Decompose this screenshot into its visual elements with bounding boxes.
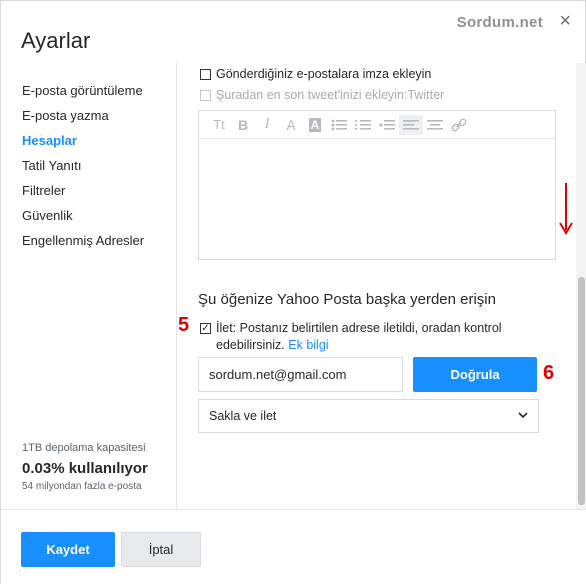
chevron-down-icon <box>518 410 528 422</box>
step-5-annotation: 5 <box>178 314 190 336</box>
forwarding-section-title: Şu öğenize Yahoo Posta başka yerden eriş… <box>198 291 496 308</box>
editor-toolbar: Tt B I A A <box>199 111 555 139</box>
more-info-link[interactable]: Ek bilgi <box>288 338 328 352</box>
sidebar-item-security[interactable]: Güvenlik <box>22 208 73 223</box>
forward-mode-select[interactable]: Sakla ve ilet <box>198 399 539 433</box>
content-scrollbar[interactable] <box>576 63 586 509</box>
storage-capacity: 1TB depolama kapasitesi <box>22 442 146 454</box>
forward-option[interactable]: ✓ İlet: Postanız belirtilen adrese ileti… <box>200 320 530 354</box>
tweet-option: Şuradan en son tweet'inizi ekleyin:Twitt… <box>200 88 444 102</box>
italic-icon[interactable]: I <box>255 115 279 135</box>
link-icon[interactable] <box>447 115 471 135</box>
verify-button[interactable]: Doğrula <box>413 357 537 392</box>
forward-text: İlet: Postanız belirtilen adrese iletild… <box>216 320 530 354</box>
sidebar-item-blocked-addresses[interactable]: Engellenmiş Adresler <box>22 233 144 248</box>
sidebar-item-accounts[interactable]: Hesaplar <box>22 133 77 148</box>
storage-note: 54 milyondan fazla e-posta <box>22 481 142 492</box>
close-icon[interactable]: × <box>559 11 571 31</box>
sign-sent-label: Gönderdiğiniz e-postalara imza ekleyin <box>216 67 432 81</box>
highlight-icon[interactable]: A <box>303 115 327 135</box>
watermark: Sordum.net <box>456 14 543 31</box>
storage-info: 1TB depolama kapasitesi 0.03% kullanılıy… <box>22 442 148 492</box>
forward-label: İlet: Postanız belirtilen adrese iletild… <box>216 321 502 352</box>
dialog-footer: Kaydet İptal <box>1 509 586 584</box>
forward-checkbox[interactable]: ✓ <box>200 323 211 334</box>
cancel-button[interactable]: İptal <box>121 532 201 567</box>
scrollbar-thumb[interactable] <box>578 277 585 505</box>
font-size-icon[interactable]: Tt <box>207 115 231 135</box>
sidebar-item-vacation-reply[interactable]: Tatil Yanıtı <box>22 158 82 173</box>
sign-sent-option[interactable]: Gönderdiğiniz e-postalara imza ekleyin <box>200 67 431 81</box>
dialog-title: Ayarlar <box>21 28 91 53</box>
storage-used: 0.03% kullanılıyor <box>22 460 148 477</box>
align-center-icon[interactable] <box>423 115 447 135</box>
sidebar-item-mail-compose[interactable]: E-posta yazma <box>22 108 109 123</box>
sign-sent-checkbox[interactable] <box>200 69 211 80</box>
red-arrow-icon <box>559 183 573 235</box>
sidebar-item-mail-view[interactable]: E-posta görüntüleme <box>22 83 143 98</box>
settings-content: Gönderdiğiniz e-postalara imza ekleyin Ş… <box>178 63 574 509</box>
sidebar-item-filters[interactable]: Filtreler <box>22 183 65 198</box>
bulleted-list-icon[interactable] <box>327 115 351 135</box>
outdent-icon[interactable] <box>375 115 399 135</box>
bold-icon[interactable]: B <box>231 115 255 135</box>
forward-mode-value: Sakla ve ilet <box>209 409 277 423</box>
align-left-icon[interactable] <box>399 114 423 135</box>
signature-editor[interactable]: Tt B I A A <box>198 110 556 260</box>
save-button[interactable]: Kaydet <box>21 532 115 567</box>
text-color-icon[interactable]: A <box>279 115 303 135</box>
numbered-list-icon[interactable] <box>351 115 375 135</box>
forward-email-input[interactable] <box>198 357 403 392</box>
tweet-checkbox <box>200 90 211 101</box>
settings-dialog: Sordum.net × Ayarlar E-posta görüntüleme… <box>0 0 586 584</box>
step-6-annotation: 6 <box>543 362 555 384</box>
tweet-label: Şuradan en son tweet'inizi ekleyin:Twitt… <box>216 88 445 102</box>
